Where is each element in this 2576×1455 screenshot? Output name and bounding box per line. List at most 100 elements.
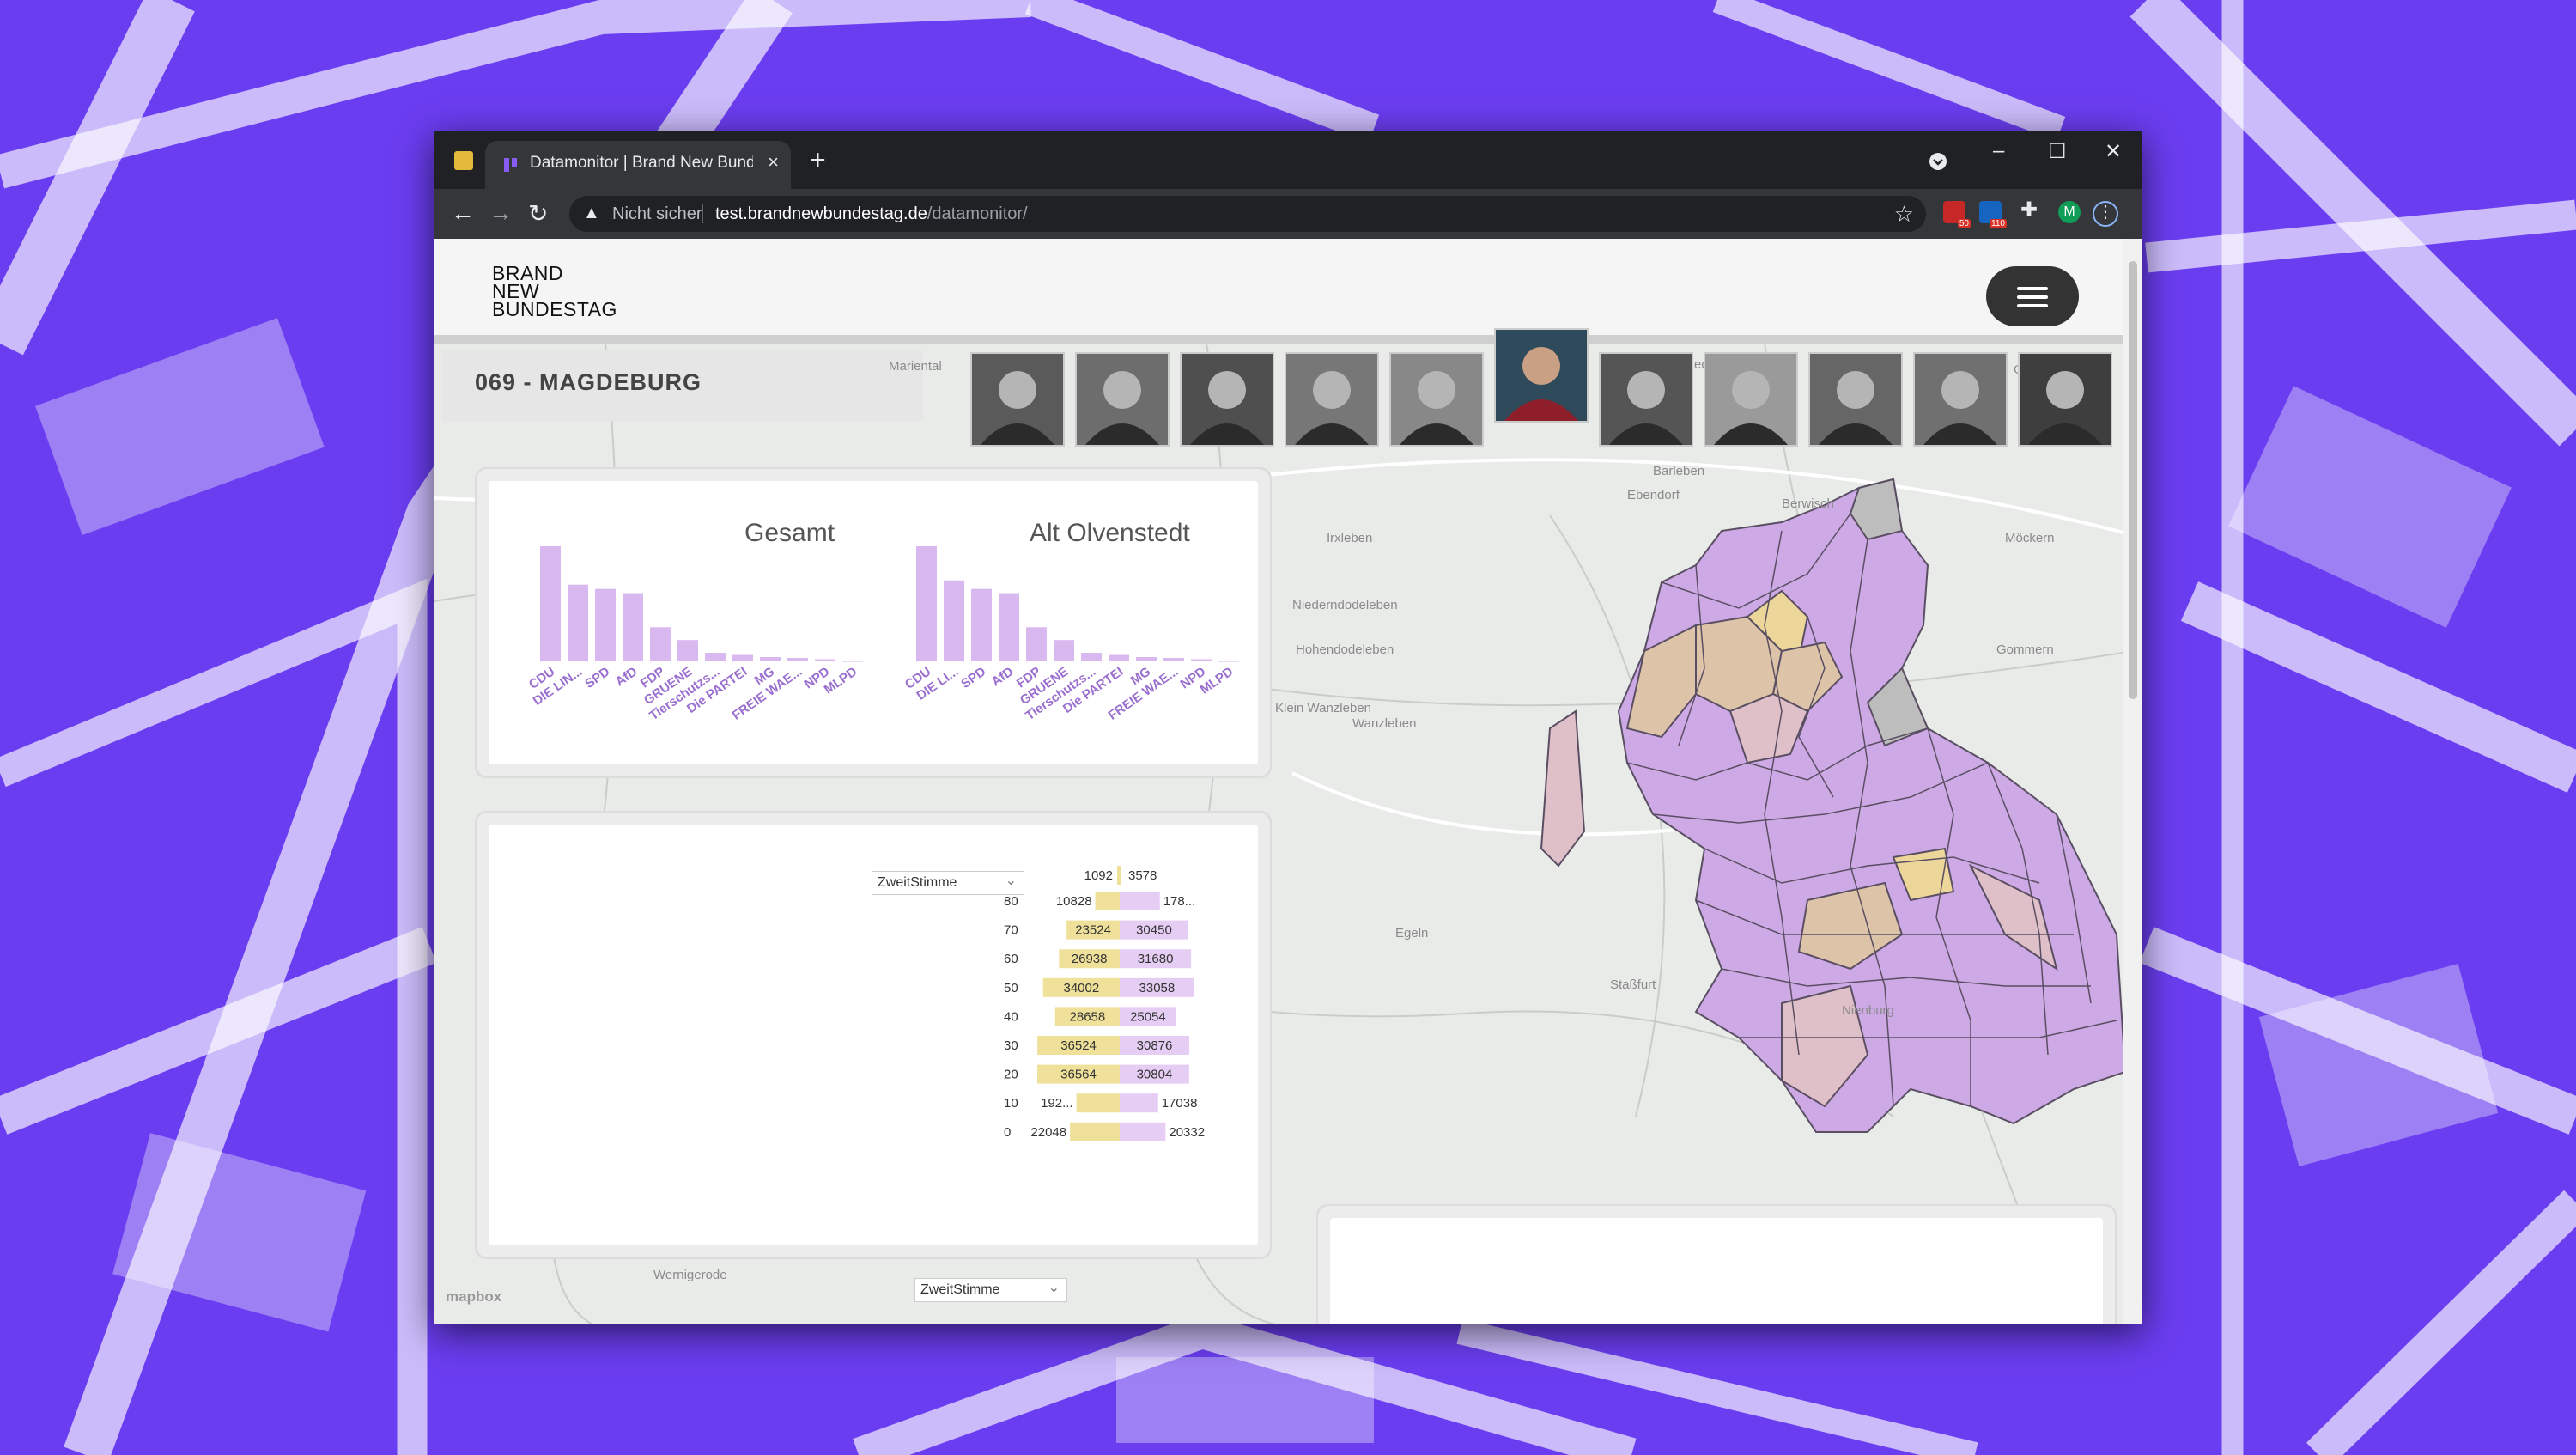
district-header: 069 - MAGDEBURG [442, 350, 923, 421]
chevron-down-icon: ⌄ [1048, 1281, 1060, 1295]
party-bar[interactable] [732, 654, 753, 661]
pyramid-age-label: 30 [1004, 1038, 1018, 1053]
candidate-photo[interactable] [1494, 328, 1589, 423]
candidate-photo[interactable] [1913, 352, 2008, 447]
pyramid-age-label: 20 [1004, 1068, 1018, 1082]
party-bar[interactable] [999, 593, 1019, 661]
person-silhouette-icon [1286, 354, 1377, 445]
new-tab-button[interactable]: + [810, 144, 826, 176]
browser-toolbar: ← → ↻ ▲ Nicht sicher test.brandnewbundes… [434, 189, 2142, 239]
pyramid-value-right: 25054 [1130, 1009, 1166, 1024]
party-bar[interactable] [787, 658, 808, 661]
mapbox-logo-left[interactable]: mapbox [446, 1288, 501, 1306]
person-silhouette-icon [1182, 354, 1273, 445]
pyramid-top-left-label: 1092 [1084, 868, 1113, 883]
map-place-label: Wernigerode [653, 1268, 727, 1282]
party-bar[interactable] [1191, 659, 1212, 661]
candidate-photo[interactable] [1808, 352, 1903, 447]
party-bar[interactable] [677, 640, 698, 661]
pyramid-age-label: 10 [1004, 1096, 1018, 1111]
party-bar[interactable] [1163, 658, 1184, 661]
pyramid-bar-top[interactable] [1117, 866, 1121, 885]
party-bar[interactable] [944, 580, 964, 661]
pyramid-value-right: 30450 [1136, 923, 1172, 938]
party-bar[interactable] [971, 588, 992, 661]
tab-bar: Datamonitor | Brand New Bundestag × + – … [434, 131, 2142, 189]
pyramid-value-right: 20332 [1169, 1125, 1205, 1140]
bookmark-star-icon[interactable]: ☆ [1894, 201, 1914, 228]
party-bar[interactable] [1026, 627, 1047, 661]
pyramid-value-right: 31680 [1138, 952, 1174, 966]
site-logo[interactable]: BRAND NEW BUNDESTAG [492, 264, 617, 320]
vote-type-select-bottom[interactable]: ZweitStimme ⌄ [914, 1278, 1067, 1302]
pyramid-bar-right[interactable] [1120, 1122, 1166, 1141]
back-arrow-icon[interactable]: ← [451, 199, 475, 227]
browser-menu-icon[interactable]: ⋮ [2093, 201, 2118, 227]
pyramid-value-right: 33058 [1139, 981, 1176, 995]
party-bar[interactable] [1054, 640, 1074, 661]
candidate-photo[interactable] [970, 352, 1065, 447]
candidate-photo[interactable] [1075, 352, 1170, 447]
age-pyramid-chart[interactable]: 1092 3578 10828 178... 80 23524 30450 70 26938 31… [489, 825, 1258, 1245]
extensions-puzzle-icon[interactable]: ✚ [2020, 198, 2043, 222]
candidate-photo[interactable] [1599, 352, 1693, 447]
party-bar-charts[interactable]: CDUDIE LIN...SPD AfDFDPGRUENETierschutzs.… [489, 481, 1258, 764]
tab-search-icon[interactable] [1928, 151, 1948, 172]
security-label[interactable]: Nicht sicher [612, 204, 702, 224]
app-icon[interactable] [454, 151, 473, 170]
pyramid-top-right-label: 3578 [1128, 868, 1157, 883]
pyramid-bar-right[interactable] [1120, 892, 1160, 910]
party-bar[interactable] [650, 627, 671, 661]
candidate-photo[interactable] [1180, 352, 1274, 447]
tab-datamonitor[interactable]: Datamonitor | Brand New Bundestag × [485, 141, 791, 189]
party-bar[interactable] [568, 584, 588, 661]
pyramid-bar-right[interactable] [1120, 1093, 1158, 1113]
profile-avatar[interactable]: M [2058, 201, 2081, 223]
extension-icon-1[interactable]: 50 [1943, 201, 1971, 228]
pyramid-value-right: 30804 [1137, 1068, 1173, 1082]
warning-icon[interactable]: ▲ [583, 204, 600, 223]
pyramid-value-left: 192... [1041, 1096, 1073, 1111]
party-bar[interactable] [815, 659, 835, 661]
party-bar[interactable] [595, 588, 616, 661]
constituency-map[interactable] [1524, 454, 2125, 1158]
party-bar[interactable] [1136, 657, 1157, 661]
reload-icon[interactable]: ↻ [528, 199, 548, 228]
logo-line-3: BUNDESTAG [492, 298, 617, 320]
hamburger-menu-button[interactable] [1986, 266, 2079, 326]
party-bar[interactable] [705, 653, 726, 661]
party-bar[interactable] [540, 546, 561, 661]
pyramid-bar-left[interactable] [1095, 892, 1120, 910]
pyramid-age-label: 40 [1004, 1009, 1018, 1024]
pyramid-bar-left[interactable] [1070, 1122, 1120, 1141]
person-silhouette-icon [1810, 354, 1901, 445]
minimize-button[interactable]: – [1993, 139, 2004, 163]
tab-favicon-icon [504, 158, 517, 172]
party-bar[interactable] [916, 546, 937, 661]
pyramid-age-label: 70 [1004, 923, 1018, 938]
close-tab-icon[interactable]: × [768, 151, 779, 174]
candidate-photo[interactable] [2018, 352, 2112, 447]
person-silhouette-icon [1391, 354, 1482, 445]
menu-bar [2017, 295, 2048, 299]
address-bar[interactable]: ▲ Nicht sicher test.brandnewbundestag.de… [569, 196, 1926, 232]
url-text[interactable]: test.brandnewbundestag.de/datamonitor/ [715, 204, 1028, 224]
maximize-button[interactable]: ☐ [2048, 139, 2067, 164]
candidate-photo[interactable] [1285, 352, 1379, 447]
party-bar[interactable] [1081, 653, 1102, 661]
party-bar[interactable] [623, 593, 643, 661]
party-bar[interactable] [1109, 654, 1129, 661]
url-path: /datamonitor/ [927, 204, 1028, 223]
party-bar[interactable] [760, 657, 781, 661]
map-place-label: Berwisch [1782, 496, 1834, 511]
candidate-photo[interactable] [1389, 352, 1484, 447]
extension-icon-2[interactable]: 110 [1979, 201, 2007, 228]
page-scrollbar[interactable] [2123, 239, 2142, 1324]
pyramid-bar-left[interactable] [1076, 1093, 1120, 1113]
forward-arrow-icon[interactable]: → [489, 199, 513, 227]
party-bar[interactable] [1218, 661, 1239, 662]
candidate-photo[interactable] [1704, 352, 1798, 447]
party-bar[interactable] [842, 661, 863, 662]
close-window-button[interactable]: ✕ [2105, 139, 2122, 164]
scrollbar-thumb[interactable] [2129, 261, 2137, 699]
